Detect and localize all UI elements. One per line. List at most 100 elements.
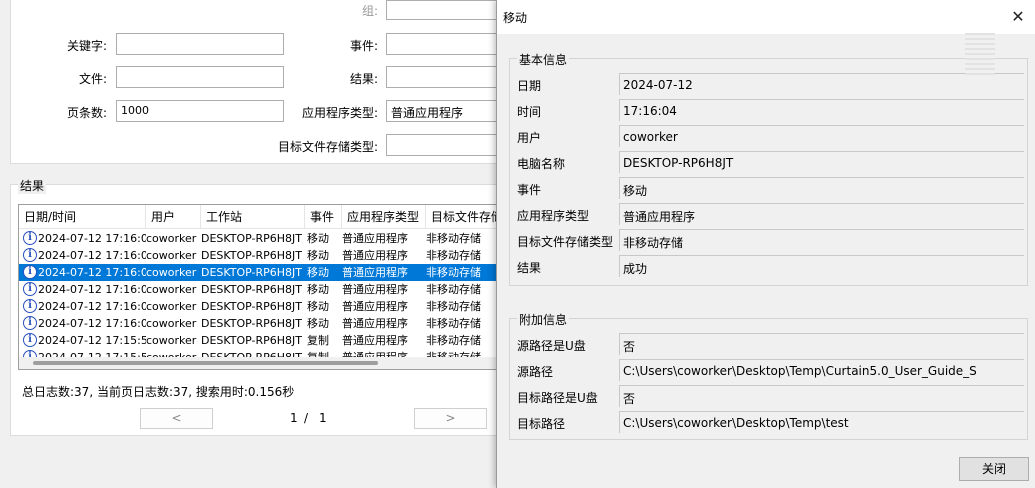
field-value[interactable]: 成功 bbox=[619, 255, 1024, 277]
cell-event: 移动 bbox=[307, 317, 329, 330]
field-value[interactable]: C:\Users\coworker\Desktop\Temp\Curtain5.… bbox=[619, 359, 1024, 381]
cell-station: DESKTOP-RP6H8JT bbox=[201, 300, 303, 313]
table-row[interactable]: i 2024-07-12 17:16:04 coworker DESKTOP-RP6H… bbox=[19, 298, 507, 315]
scrollbar-thumb[interactable] bbox=[33, 361, 378, 365]
info-icon: i bbox=[23, 248, 37, 262]
close-icon[interactable]: ✕ bbox=[1007, 6, 1029, 28]
cell-station: DESKTOP-RP6H8JT bbox=[201, 334, 303, 347]
group-field[interactable] bbox=[386, 0, 506, 20]
cell-datetime: 2024-07-12 17:16:04 bbox=[38, 300, 146, 313]
results-summary: 总日志数:37, 当前页日志数:37, 搜索用时:0.156秒 bbox=[22, 385, 295, 399]
result-select[interactable] bbox=[386, 66, 506, 88]
cell-station: DESKTOP-RP6H8JT bbox=[201, 317, 303, 330]
cell-user: coworker bbox=[146, 334, 197, 347]
event-detail-dialog: 移动 ✕ 基本信息 日期 2024-07-12 时间 17:16:04 用户 cowork… bbox=[496, 0, 1035, 488]
cell-datetime: 2024-07-12 17:16:04 bbox=[38, 317, 146, 330]
cell-app: 普通应用程序 bbox=[342, 334, 408, 347]
field-label: 用户 bbox=[517, 131, 542, 145]
field-label: 目标路径是U盘 bbox=[517, 391, 598, 405]
cell-event: 移动 bbox=[307, 283, 329, 296]
column-header-datetime[interactable]: 日期/时间 bbox=[19, 205, 146, 229]
table-header: 日期/时间 用户 工作站 事件 应用程序类型 目标文件存储 bbox=[19, 205, 507, 229]
cell-datetime: 2024-07-12 17:15:51 bbox=[38, 334, 146, 347]
table-row[interactable]: i2024-07-12 17:15:51coworker DESKTOP-RP6H… bbox=[19, 332, 507, 349]
next-page-button[interactable]: > bbox=[414, 408, 487, 429]
table-row[interactable]: i 2024-07-12 17:16:04 coworker DESKTOP-RP6H… bbox=[19, 247, 507, 264]
table-row[interactable]: i 2024-07-12 17:16:04 coworker DESKTOP-RP6H… bbox=[19, 230, 507, 247]
cell-user: coworker bbox=[146, 249, 197, 262]
column-header-user[interactable]: 用户 bbox=[146, 205, 201, 229]
cell-app: 普通应用程序 bbox=[342, 283, 408, 296]
table-row[interactable]: i 2024-07-12 17:16:04 coworker DESKTOP-RP6H… bbox=[19, 315, 507, 332]
page-size-input[interactable]: 1000 bbox=[116, 100, 284, 122]
field-value[interactable]: DESKTOP-RP6H8JT bbox=[619, 151, 1024, 173]
cell-station: DESKTOP-RP6H8JT bbox=[201, 249, 303, 262]
cell-station: DESKTOP-RP6H8JT bbox=[201, 232, 303, 245]
column-header-station[interactable]: 工作站 bbox=[201, 205, 305, 229]
dialog-title: 移动 bbox=[503, 11, 528, 25]
page-current: 1 bbox=[290, 411, 298, 425]
table-row[interactable]: i 2024-07-12 17:16:04 coworker DESKTOP-RP6H… bbox=[19, 264, 507, 281]
column-header-event[interactable]: 事件 bbox=[305, 205, 342, 229]
field-value[interactable]: 否 bbox=[619, 385, 1024, 407]
cell-app: 普通应用程序 bbox=[342, 317, 408, 330]
cell-user: coworker bbox=[146, 300, 197, 313]
info-icon: i bbox=[23, 299, 37, 313]
cell-app: 普通应用程序 bbox=[342, 266, 408, 279]
group-label: 组: bbox=[362, 4, 379, 18]
cell-user: coworker bbox=[146, 266, 197, 279]
field-label: 目标路径 bbox=[517, 417, 566, 431]
app-type-label: 应用程序类型: bbox=[302, 106, 379, 120]
cell-station: DESKTOP-RP6H8JT bbox=[201, 283, 303, 296]
column-header-app-type[interactable]: 应用程序类型 bbox=[342, 205, 426, 229]
field-label: 电脑名称 bbox=[517, 157, 566, 171]
cell-datetime: 2024-07-12 17:16:04 bbox=[38, 232, 146, 245]
cell-datetime: 2024-07-12 17:16:04 bbox=[38, 283, 146, 296]
target-storage-select[interactable] bbox=[386, 134, 506, 156]
extra-info-legend: 附加信息 bbox=[517, 311, 570, 328]
table-row[interactable]: i 2024-07-12 17:16:04 coworker DESKTOP-RP6H… bbox=[19, 281, 507, 298]
field-value[interactable]: 否 bbox=[619, 333, 1024, 355]
info-icon: i bbox=[23, 333, 37, 347]
field-label: 源路径是U盘 bbox=[517, 339, 586, 353]
field-value[interactable]: coworker bbox=[619, 125, 1024, 147]
field-value[interactable]: 17:16:04 bbox=[619, 99, 1024, 121]
cell-event: 移动 bbox=[307, 232, 329, 245]
close-button[interactable]: 关闭 bbox=[959, 457, 1029, 481]
cell-event: 移动 bbox=[307, 300, 329, 313]
horizontal-scrollbar[interactable] bbox=[19, 357, 507, 369]
field-value[interactable]: 2024-07-12 bbox=[619, 73, 1024, 95]
target-storage-label: 目标文件存储类型: bbox=[278, 140, 379, 154]
dialog-titlebar: 移动 ✕ bbox=[497, 0, 1035, 34]
app-type-select[interactable]: 普通应用程序 bbox=[386, 100, 506, 122]
cell-app: 普通应用程序 bbox=[342, 300, 408, 313]
field-label: 目标文件存储类型 bbox=[517, 235, 614, 249]
keyword-input[interactable] bbox=[116, 33, 284, 55]
field-label: 事件 bbox=[517, 183, 542, 197]
file-input[interactable] bbox=[116, 66, 284, 88]
field-value[interactable]: C:\Users\coworker\Desktop\Temp\test bbox=[619, 411, 1024, 433]
field-label: 结果 bbox=[517, 261, 542, 275]
field-label: 时间 bbox=[517, 105, 542, 119]
page-separator: / bbox=[304, 411, 309, 425]
prev-page-button[interactable]: < bbox=[140, 408, 213, 429]
event-select[interactable] bbox=[386, 33, 506, 55]
field-value[interactable]: 移动 bbox=[619, 177, 1024, 199]
cell-user: coworker bbox=[146, 317, 197, 330]
cell-app: 普通应用程序 bbox=[342, 232, 408, 245]
info-icon: i bbox=[23, 316, 37, 330]
field-value[interactable]: 非移动存储 bbox=[619, 229, 1024, 251]
cell-station: DESKTOP-RP6H8JT bbox=[201, 266, 303, 279]
results-table[interactable]: 日期/时间 用户 工作站 事件 应用程序类型 目标文件存储 i 2024-07-1… bbox=[18, 204, 508, 370]
cell-datetime: 2024-07-12 17:16:04 bbox=[38, 266, 146, 279]
info-icon: i bbox=[23, 231, 37, 245]
basic-info-legend: 基本信息 bbox=[517, 51, 570, 68]
cell-datetime: 2024-07-12 17:16:04 bbox=[38, 249, 146, 262]
field-value[interactable]: 普通应用程序 bbox=[619, 203, 1024, 225]
keyword-label: 关键字: bbox=[67, 39, 108, 53]
results-legend: 结果 bbox=[18, 177, 47, 194]
field-label: 源路径 bbox=[517, 365, 554, 379]
cell-app: 普通应用程序 bbox=[342, 249, 408, 262]
result-label: 结果: bbox=[350, 72, 379, 86]
field-label: 应用程序类型 bbox=[517, 209, 590, 223]
